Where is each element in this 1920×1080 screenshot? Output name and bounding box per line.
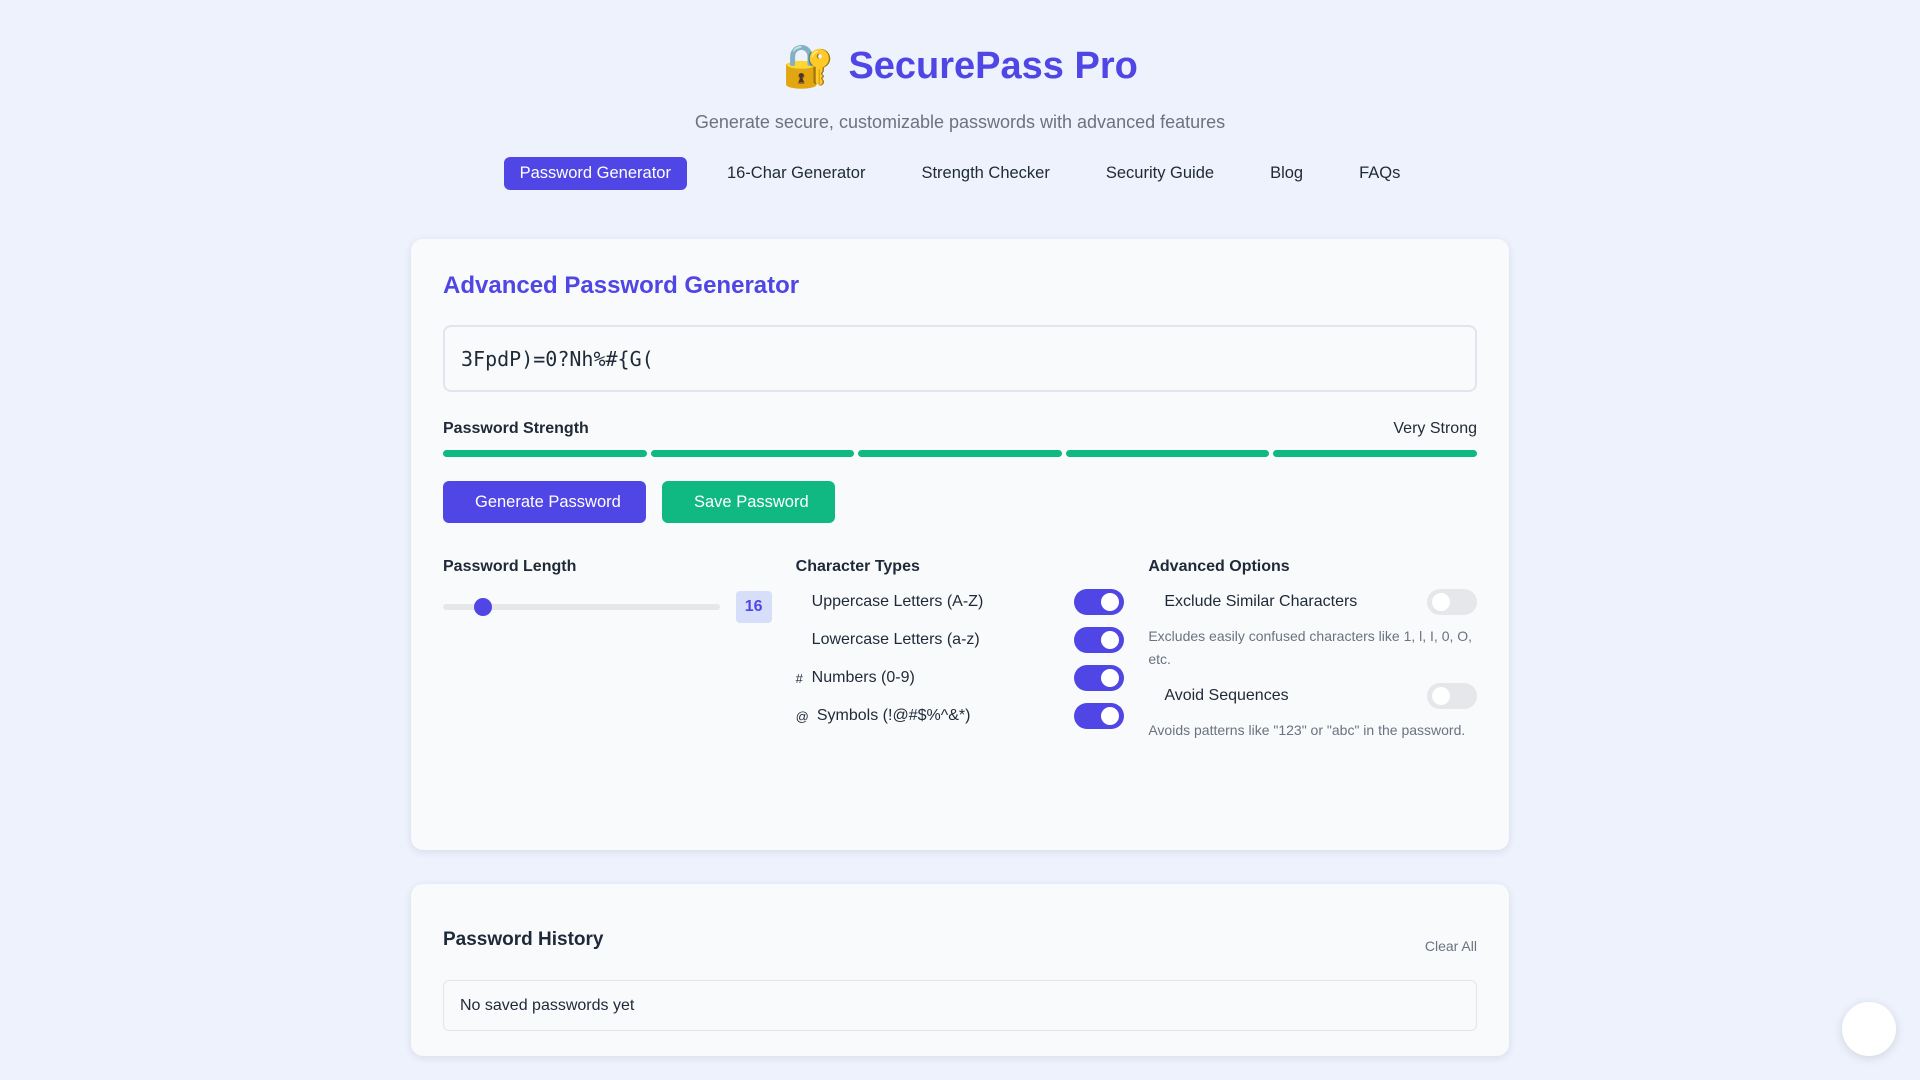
save-password-label: Save Password bbox=[694, 492, 809, 511]
symbols-toggle[interactable] bbox=[1074, 703, 1125, 729]
nav-security-guide[interactable]: Security Guide bbox=[1090, 157, 1230, 190]
nav-blog[interactable]: Blog bbox=[1254, 157, 1319, 190]
uppercase-label: Uppercase Letters (A-Z) bbox=[811, 593, 984, 610]
symbols-label: Symbols (!@#$%^&*) bbox=[816, 707, 971, 724]
toggle-knob bbox=[1432, 593, 1451, 611]
toggle-knob bbox=[1101, 707, 1120, 725]
advanced-options-header: Advanced Options bbox=[1148, 557, 1477, 577]
hash-icon: # bbox=[795, 670, 803, 686]
length-slider[interactable] bbox=[443, 598, 720, 616]
brand: 🔐 SecurePass Pro bbox=[0, 40, 1920, 92]
nav-password-generator[interactable]: Password Generator bbox=[503, 157, 687, 190]
length-value-badge: 16 bbox=[735, 591, 772, 623]
advanced-options-column: Advanced Options Exclude Similar Charact… bbox=[1148, 557, 1478, 742]
character-types-header: Character Types bbox=[796, 557, 1125, 577]
option-symbols: @ Symbols (!@#$%^&*) bbox=[796, 703, 1125, 729]
history-title: Password History bbox=[443, 929, 604, 950]
generate-password-button[interactable]: Generate Password bbox=[443, 481, 646, 523]
slider-thumb[interactable] bbox=[473, 598, 492, 616]
uppercase-toggle[interactable] bbox=[1074, 589, 1125, 615]
character-types-label: Character Types bbox=[795, 558, 920, 575]
exclude-similar-label: Exclude Similar Characters bbox=[1164, 593, 1358, 610]
toggle-knob bbox=[1101, 669, 1120, 687]
strength-segment bbox=[858, 450, 1062, 457]
strength-meter bbox=[443, 450, 1477, 457]
option-numbers: # Numbers (0-9) bbox=[796, 665, 1125, 691]
strength-segment bbox=[443, 450, 647, 457]
theme-toggle-icon[interactable] bbox=[1842, 1002, 1896, 1056]
page-header: 🔐 SecurePass Pro Generate secure, custom… bbox=[0, 0, 1920, 190]
history-empty-state: No saved passwords yet bbox=[443, 980, 1477, 1031]
avoid-sequences-toggle[interactable] bbox=[1427, 683, 1478, 709]
strength-value: Very Strong bbox=[1393, 420, 1477, 437]
options-grid: Password Length 16 Character Types Upper… bbox=[443, 557, 1478, 742]
lowercase-label: Lowercase Letters (a-z) bbox=[811, 631, 980, 648]
numbers-toggle[interactable] bbox=[1074, 665, 1125, 691]
exclude-similar-description: Excludes easily confused characters like… bbox=[1148, 628, 1473, 667]
page-subtitle: Generate secure, customizable passwords … bbox=[694, 112, 1226, 132]
length-slider-row: 16 bbox=[443, 591, 772, 623]
length-label: Password Length bbox=[443, 558, 577, 575]
character-types-column: Character Types Uppercase Letters (A-Z) … bbox=[796, 557, 1125, 742]
option-exclude-similar: Exclude Similar Characters bbox=[1148, 589, 1478, 615]
nav-16-char-generator[interactable]: 16-Char Generator bbox=[711, 157, 882, 190]
avoid-sequences-description: Avoids patterns like "123" or "abc" in t… bbox=[1148, 722, 1466, 738]
main-nav: Password Generator 16-Char Generator Str… bbox=[0, 157, 1920, 190]
history-card: Password History Clear All No saved pass… bbox=[411, 884, 1509, 1056]
action-buttons: Generate Password Save Password bbox=[443, 481, 1477, 523]
clear-all-button[interactable]: Clear All bbox=[1425, 938, 1477, 954]
password-output: 3FpdP)=0?Nh%#{G( bbox=[443, 325, 1477, 392]
lock-key-icon: 🔐 bbox=[782, 42, 835, 89]
strength-segment bbox=[1273, 450, 1477, 457]
save-password-button[interactable]: Save Password bbox=[662, 481, 835, 523]
nav-faqs[interactable]: FAQs bbox=[1343, 157, 1416, 190]
strength-segment bbox=[650, 450, 855, 457]
toggle-knob bbox=[1432, 687, 1451, 705]
option-avoid-sequences: Avoid Sequences bbox=[1148, 683, 1478, 709]
generate-password-label: Generate Password bbox=[475, 492, 621, 511]
nav-strength-checker[interactable]: Strength Checker bbox=[905, 157, 1065, 190]
strength-label: Password Strength bbox=[443, 420, 589, 437]
strength-segment bbox=[1065, 450, 1270, 457]
toggle-knob bbox=[1101, 631, 1120, 649]
numbers-label: Numbers (0-9) bbox=[811, 669, 915, 686]
page-title: SecurePass Pro bbox=[848, 45, 1138, 87]
lowercase-toggle[interactable] bbox=[1074, 627, 1125, 653]
advanced-options-label: Advanced Options bbox=[1148, 558, 1290, 575]
option-uppercase: Uppercase Letters (A-Z) bbox=[796, 589, 1125, 615]
length-column: Password Length 16 bbox=[443, 557, 772, 742]
history-header: Password History Clear All bbox=[443, 916, 1477, 954]
exclude-similar-toggle[interactable] bbox=[1427, 589, 1478, 615]
strength-row: Password Strength Very Strong bbox=[443, 420, 1477, 438]
avoid-sequences-label: Avoid Sequences bbox=[1164, 687, 1289, 704]
at-icon: @ bbox=[795, 708, 809, 724]
generated-password: 3FpdP)=0?Nh%#{G( bbox=[461, 346, 654, 371]
length-header: Password Length bbox=[443, 557, 772, 577]
generator-title: Advanced Password Generator bbox=[443, 272, 800, 299]
generator-card: Advanced Password Generator 3FpdP)=0?Nh%… bbox=[411, 239, 1509, 850]
toggle-knob bbox=[1101, 593, 1120, 611]
option-lowercase: Lowercase Letters (a-z) bbox=[796, 627, 1125, 653]
